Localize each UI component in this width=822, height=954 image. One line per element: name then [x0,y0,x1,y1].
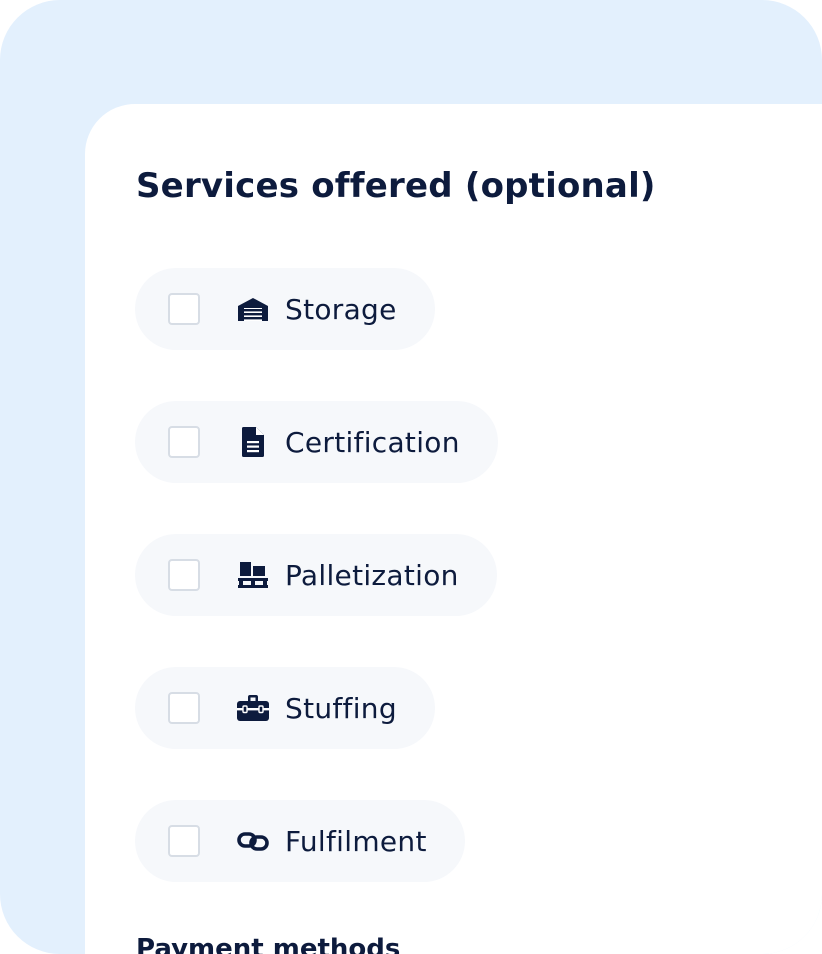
storage-checkbox[interactable] [168,293,200,325]
option-label: Fulfilment [285,824,427,858]
option-certification[interactable]: Certification [135,401,498,483]
option-label: Palletization [285,558,459,592]
option-stuffing[interactable]: Stuffing [135,667,435,749]
option-label: Stuffing [285,691,397,725]
page-title: Services offered (optional) [136,166,656,206]
option-palletization[interactable]: Palletization [135,534,497,616]
services-card: Services offered (optional) Storage Cert… [85,104,822,954]
option-label: Storage [285,292,397,326]
option-fulfilment[interactable]: Fulfilment [135,800,465,882]
option-storage[interactable]: Storage [135,268,435,350]
pallet-boxes-icon [236,558,270,592]
link-icon [236,824,270,858]
warehouse-icon [236,292,270,326]
toolbox-icon [236,691,270,725]
stuffing-checkbox[interactable] [168,692,200,724]
certification-checkbox[interactable] [168,426,200,458]
palletization-checkbox[interactable] [168,559,200,591]
page-background: Services offered (optional) Storage Cert… [0,0,822,954]
payment-methods-heading: Payment methods [136,934,401,954]
fulfilment-checkbox[interactable] [168,825,200,857]
option-label: Certification [285,425,460,459]
document-icon [236,425,270,459]
